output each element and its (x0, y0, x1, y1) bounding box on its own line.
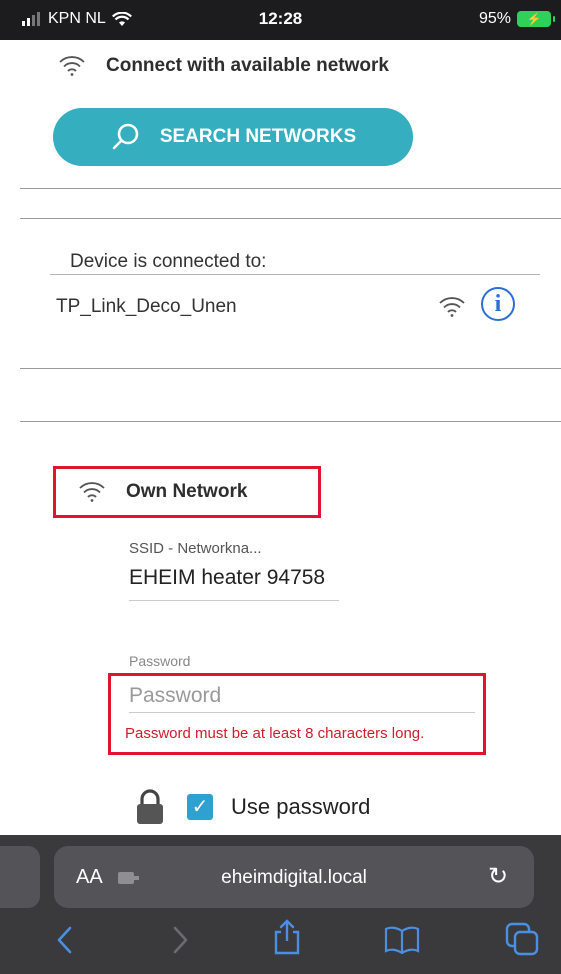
battery-percent: 95% (478, 10, 511, 27)
password-input[interactable] (129, 680, 475, 713)
divider (20, 368, 561, 369)
connect-section-title: Connect with available network (106, 55, 389, 76)
bookmarks-icon[interactable] (384, 926, 420, 959)
url-text: eheimdigital.local (221, 867, 367, 888)
wifi-icon (78, 481, 106, 503)
forward-icon[interactable] (172, 925, 190, 960)
tabs-icon[interactable] (505, 922, 539, 961)
share-icon[interactable] (272, 918, 302, 961)
battery-status: 95% ⚡ (478, 10, 555, 28)
divider (20, 421, 561, 422)
search-icon (112, 123, 139, 150)
reload-icon[interactable]: ↻ (488, 862, 508, 891)
own-network-header[interactable]: Own Network (78, 481, 247, 503)
info-icon[interactable]: i (481, 287, 515, 321)
status-bar: KPN NL 12:28 95% ⚡ (0, 0, 561, 40)
divider (50, 274, 540, 275)
divider (20, 188, 561, 189)
use-password-label: Use password (231, 794, 371, 819)
connect-section-header: Connect with available network (58, 55, 389, 77)
divider (20, 218, 561, 219)
clock: 12:28 (258, 9, 303, 28)
search-networks-label: SEARCH NETWORKS (159, 126, 357, 147)
ssid-input[interactable]: EHEIM heater 94758 (129, 566, 339, 601)
address-bar[interactable]: AA eheimdigital.local ↻ (54, 846, 534, 908)
wifi-icon (58, 55, 86, 77)
own-network-title: Own Network (126, 481, 248, 502)
wifi-icon (438, 296, 466, 323)
search-networks-button[interactable]: SEARCH NETWORKS (53, 108, 413, 166)
connected-ssid: TP_Link_Deco_Unen (56, 296, 237, 317)
use-password-checkbox[interactable]: ✓ (187, 794, 213, 820)
device-connected-label: Device is connected to: (70, 251, 267, 272)
back-icon[interactable] (55, 925, 73, 960)
password-label: Password (129, 653, 191, 669)
password-error-message: Password must be at least 8 characters l… (125, 725, 425, 742)
ssid-label: SSID - Networkna... (129, 540, 262, 557)
previous-tab-preview[interactable] (0, 846, 40, 908)
battery-charging-icon: ⚡ (517, 11, 555, 27)
lock-icon (135, 789, 165, 830)
